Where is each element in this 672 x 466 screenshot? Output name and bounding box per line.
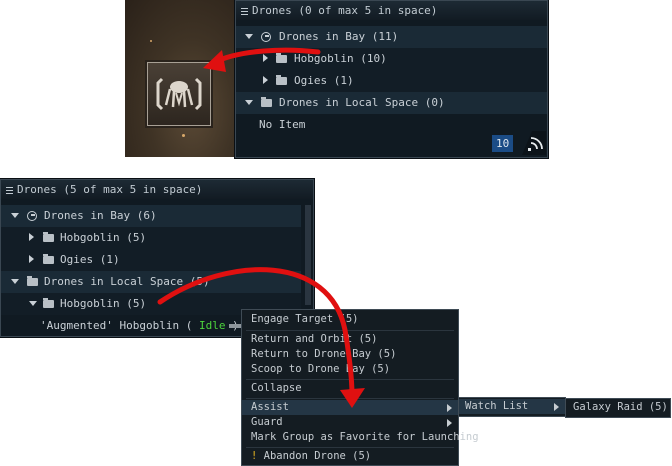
annotation-arrow-bottom — [157, 267, 355, 398]
annotation-arrows — [157, 47, 365, 408]
annotation-arrow-top — [212, 47, 321, 65]
arrowhead-icon — [203, 50, 226, 72]
arrowhead-icon — [340, 388, 365, 408]
